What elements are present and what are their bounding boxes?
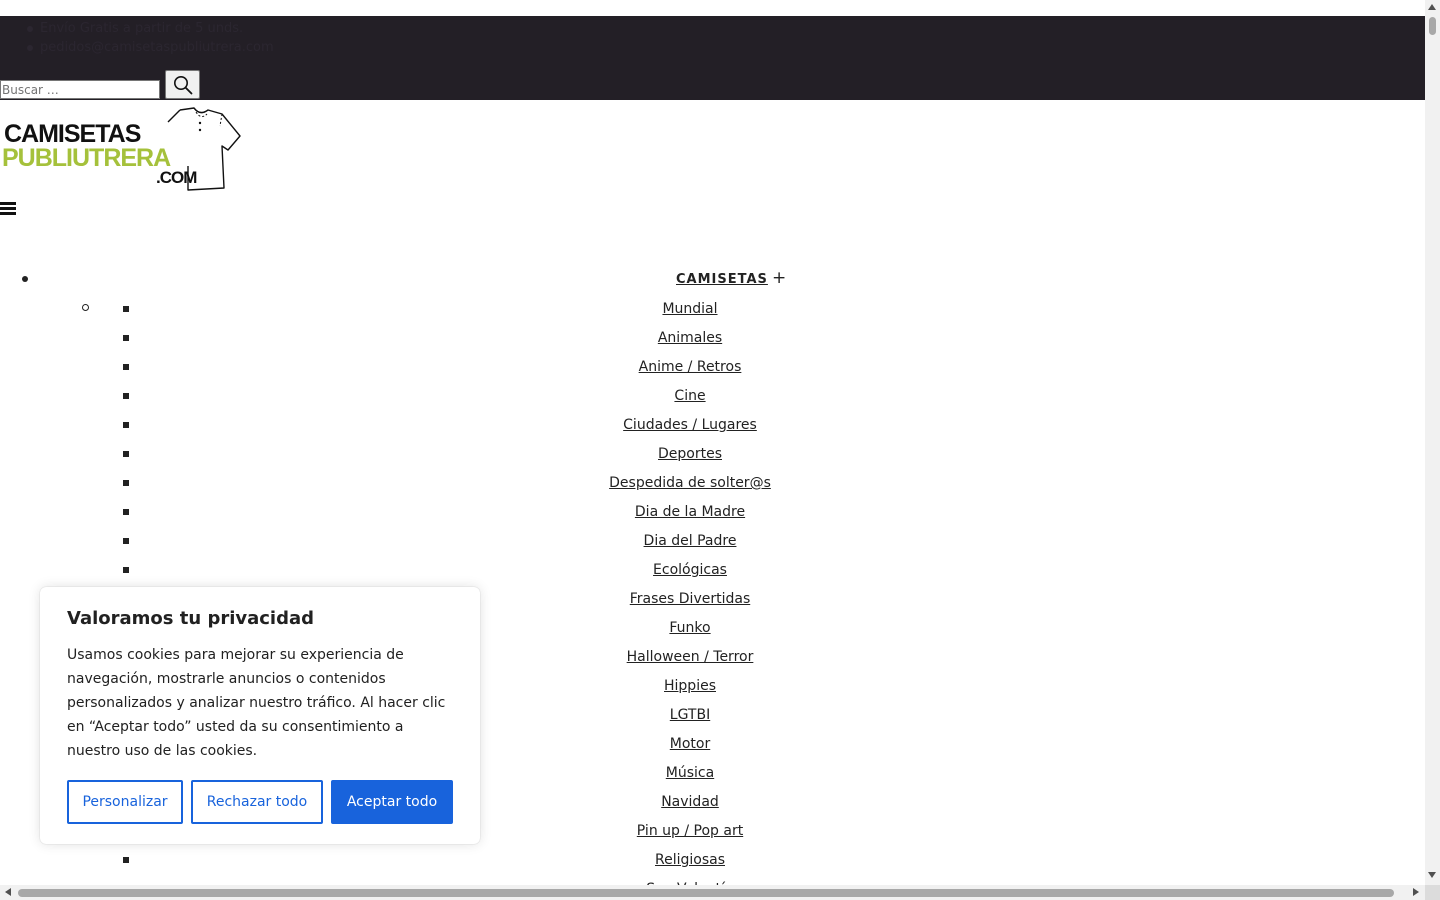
- category-link[interactable]: Animales: [540, 329, 840, 347]
- category-link[interactable]: Motor: [540, 735, 840, 753]
- horizontal-scrollbar[interactable]: [0, 885, 1425, 900]
- hamburger-icon[interactable]: [0, 200, 17, 216]
- category-link[interactable]: Cine: [540, 387, 840, 405]
- site-logo[interactable]: CAMISETAS PUBLIUTRERA .COM: [2, 106, 242, 192]
- category-bullet: [123, 509, 129, 515]
- top-bar-list: Envío Gratis a partir de 5 unds. pedidos…: [24, 19, 274, 57]
- category-link[interactable]: Música: [540, 764, 840, 782]
- category-link[interactable]: Religiosas: [540, 851, 840, 869]
- category-link[interactable]: Deportes: [540, 445, 840, 463]
- cookie-description: Usamos cookies para mejorar su experienc…: [67, 647, 446, 759]
- expand-icon[interactable]: +: [772, 268, 786, 288]
- bullet: [27, 26, 33, 32]
- category-bullet: [123, 335, 129, 341]
- category-link[interactable]: Despedida de solter@s: [540, 474, 840, 492]
- top-bar: Envío Gratis a partir de 5 unds. pedidos…: [0, 16, 1425, 100]
- category-bullet: [123, 538, 129, 544]
- hamburger-line: [0, 207, 16, 210]
- category-link[interactable]: Ecológicas: [540, 561, 840, 579]
- bullet: [27, 45, 33, 51]
- customize-button[interactable]: Personalizar: [67, 780, 183, 824]
- category-bullet: [123, 306, 129, 312]
- category-link[interactable]: LGTBI: [540, 706, 840, 724]
- search-input[interactable]: [0, 80, 160, 99]
- category-bullet: [123, 857, 129, 863]
- submenu-bullet: [82, 304, 89, 311]
- page: Envío Gratis a partir de 5 unds. pedidos…: [0, 0, 1425, 885]
- hamburger-line: [0, 212, 16, 215]
- category-bullet: [123, 567, 129, 573]
- category-link[interactable]: Dia de la Madre: [540, 503, 840, 521]
- nav-item-camisetas[interactable]: CAMISETAS +: [0, 268, 1425, 292]
- logo-text-publiutrera: PUBLIUTRERA: [2, 144, 171, 172]
- scroll-right-icon[interactable]: [1413, 888, 1419, 896]
- cookie-banner: Valoramos tu privacidad Usamos cookies p…: [40, 587, 480, 844]
- category-link[interactable]: Navidad: [540, 793, 840, 811]
- logo-text-com: .COM: [156, 168, 197, 187]
- cookie-title: Valoramos tu privacidad: [67, 608, 315, 629]
- scrollbar-corner: [1425, 885, 1440, 900]
- hamburger-line: [0, 202, 16, 205]
- category-link[interactable]: Frases Divertidas: [540, 590, 840, 608]
- category-link[interactable]: Dia del Padre: [540, 532, 840, 550]
- accept-all-button[interactable]: Aceptar todo: [331, 780, 453, 824]
- category-bullet: [123, 393, 129, 399]
- free-shipping-notice: Envío Gratis a partir de 5 unds.: [24, 19, 274, 38]
- category-link[interactable]: Ciudades / Lugares: [540, 416, 840, 434]
- reject-all-button[interactable]: Rechazar todo: [191, 780, 323, 824]
- category-bullet: [123, 422, 129, 428]
- nav-link-camisetas[interactable]: CAMISETAS: [676, 272, 768, 287]
- vertical-scroll-thumb[interactable]: [1429, 17, 1436, 35]
- bullet: [22, 276, 28, 282]
- search-button[interactable]: [165, 70, 200, 99]
- free-shipping-text: Envío Gratis a partir de 5 unds.: [40, 21, 244, 36]
- category-link[interactable]: Mundial: [540, 300, 840, 318]
- contact-email[interactable]: pedidos@camisetaspubliutrera.com: [24, 38, 274, 57]
- category-link[interactable]: Anime / Retros: [540, 358, 840, 376]
- contact-email-text[interactable]: pedidos@camisetaspubliutrera.com: [40, 40, 274, 55]
- scroll-left-icon[interactable]: [5, 888, 11, 896]
- scroll-down-icon[interactable]: [1428, 872, 1436, 878]
- scroll-up-icon[interactable]: [1428, 4, 1436, 10]
- category-link[interactable]: Halloween / Terror: [540, 648, 840, 666]
- category-bullet: [123, 480, 129, 486]
- search-icon: [173, 75, 192, 94]
- category-link[interactable]: Funko: [540, 619, 840, 637]
- horizontal-scroll-thumb[interactable]: [18, 889, 1394, 897]
- category-bullet: [123, 451, 129, 457]
- category-link[interactable]: Pin up / Pop art: [540, 822, 840, 840]
- category-bullet: [123, 364, 129, 370]
- vertical-scrollbar[interactable]: [1425, 0, 1440, 885]
- category-link[interactable]: Hippies: [540, 677, 840, 695]
